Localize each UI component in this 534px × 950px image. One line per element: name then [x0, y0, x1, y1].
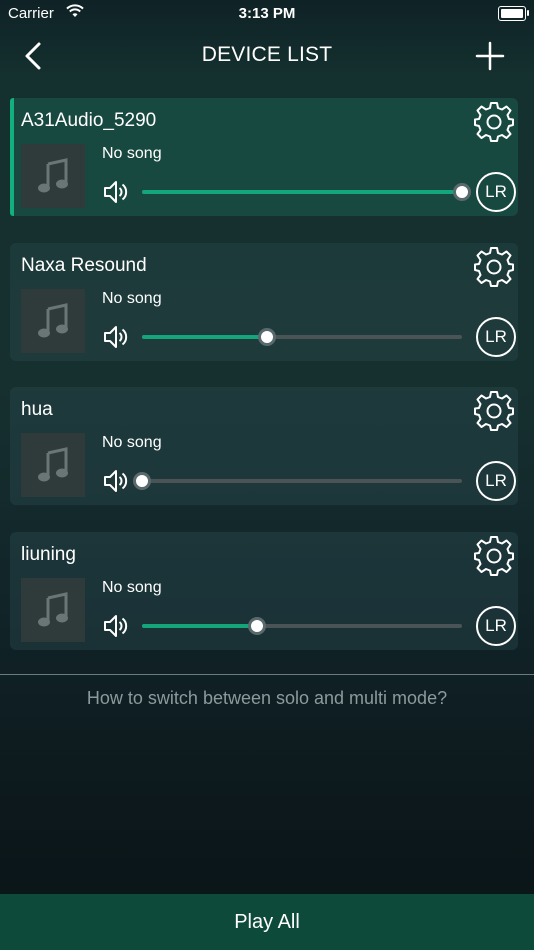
- device-card[interactable]: hua No song LR: [10, 387, 518, 505]
- active-indicator: [10, 98, 14, 216]
- album-art-placeholder: [21, 144, 85, 208]
- album-art-placeholder: [21, 289, 85, 353]
- volume-slider-fill: [142, 335, 267, 339]
- volume-speaker-icon: [102, 467, 130, 495]
- volume-slider[interactable]: [133, 472, 462, 490]
- navigation-bar: DEVICE LIST: [0, 28, 534, 84]
- gear-icon[interactable]: [472, 245, 516, 289]
- device-name: A31Audio_5290: [21, 110, 157, 131]
- volume-speaker-icon: [102, 323, 130, 351]
- volume-speaker-icon: [102, 612, 130, 640]
- gear-icon[interactable]: [472, 100, 516, 144]
- solo-multi-help-link[interactable]: How to switch between solo and multi mod…: [0, 688, 534, 709]
- status-bar: Carrier 3:13 PM: [0, 0, 534, 28]
- play-all-button[interactable]: Play All: [0, 894, 534, 950]
- device-name: hua: [21, 399, 53, 420]
- battery-icon: [498, 6, 529, 21]
- volume-slider-fill: [142, 624, 258, 628]
- volume-slider-fill: [142, 190, 462, 194]
- gear-icon[interactable]: [472, 389, 516, 433]
- song-title: No song: [102, 290, 162, 307]
- gear-icon[interactable]: [472, 534, 516, 578]
- volume-slider[interactable]: [142, 328, 462, 346]
- song-title: No song: [102, 579, 162, 596]
- device-name: liuning: [21, 544, 76, 565]
- song-title: No song: [102, 145, 162, 162]
- album-art-placeholder: [21, 578, 85, 642]
- volume-speaker-icon: [102, 178, 130, 206]
- volume-slider-thumb[interactable]: [248, 617, 267, 635]
- volume-slider-thumb[interactable]: [133, 472, 151, 490]
- album-art-placeholder: [21, 433, 85, 497]
- status-time: 3:13 PM: [238, 5, 296, 22]
- volume-slider[interactable]: [142, 183, 471, 201]
- volume-slider-thumb[interactable]: [453, 183, 471, 201]
- channel-lr-button[interactable]: LR: [476, 317, 516, 357]
- device-card[interactable]: Naxa Resound No song LR: [10, 243, 518, 361]
- device-name: Naxa Resound: [21, 255, 147, 276]
- page-title: DEVICE LIST: [201, 43, 333, 66]
- channel-lr-button[interactable]: LR: [476, 461, 516, 501]
- volume-slider-thumb[interactable]: [257, 328, 276, 346]
- add-device-plus-icon[interactable]: [474, 40, 506, 72]
- volume-slider[interactable]: [142, 617, 462, 635]
- device-card[interactable]: liuning No song LR: [10, 532, 518, 650]
- channel-lr-button[interactable]: LR: [476, 606, 516, 646]
- channel-lr-button[interactable]: LR: [476, 172, 516, 212]
- song-title: No song: [102, 434, 162, 451]
- list-divider: [0, 674, 534, 675]
- device-card[interactable]: A31Audio_5290 No song LR: [10, 98, 518, 216]
